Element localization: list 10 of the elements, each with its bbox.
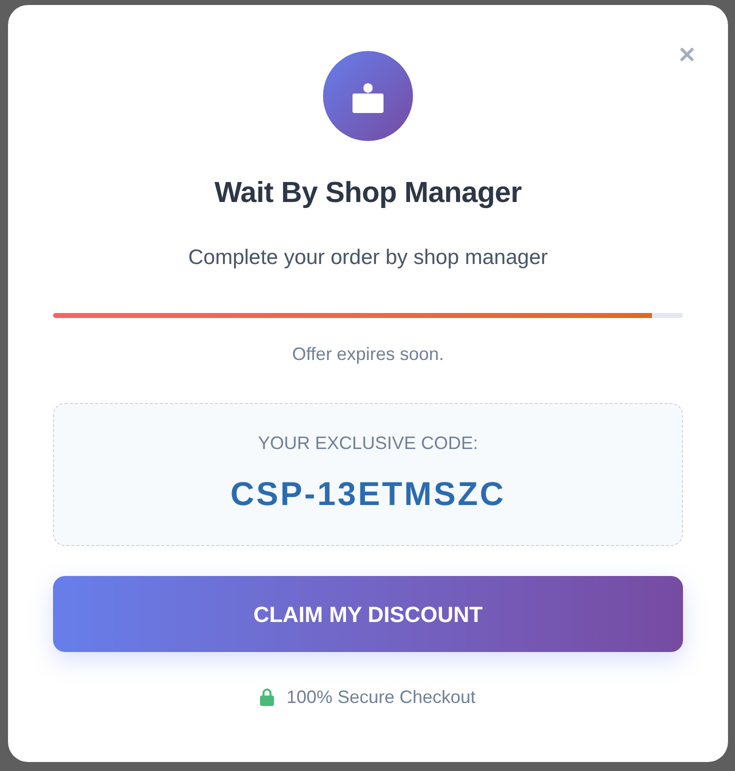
person-desk-icon bbox=[323, 51, 413, 141]
secure-checkout-text: 100% Secure Checkout bbox=[286, 686, 476, 709]
code-label: YOUR EXCLUSIVE CODE: bbox=[258, 432, 478, 455]
lock-icon bbox=[260, 688, 274, 706]
dialog-title: Wait By Shop Manager bbox=[214, 176, 522, 211]
discount-code: CSP-13ETMSZC bbox=[230, 474, 506, 514]
dialog-subtitle: Complete your order by shop manager bbox=[188, 245, 548, 271]
close-icon bbox=[679, 46, 695, 62]
timer-caption: Offer expires soon. bbox=[292, 343, 444, 366]
claim-discount-button[interactable]: CLAIM MY DISCOUNT bbox=[53, 576, 683, 652]
